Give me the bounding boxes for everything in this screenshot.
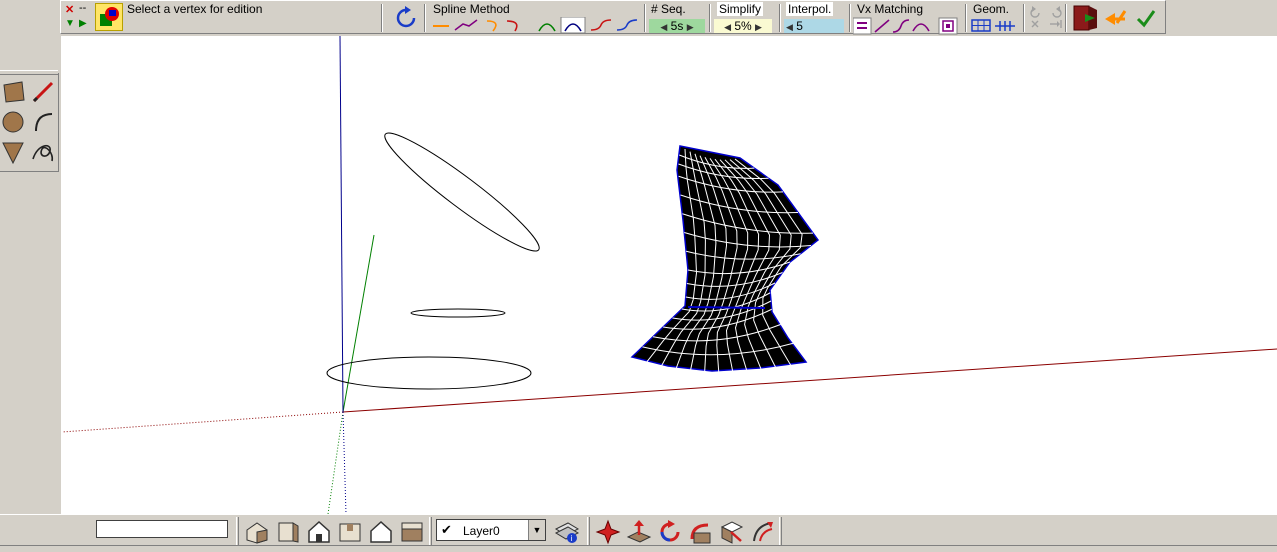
- layer-active-check: ✔: [441, 522, 452, 537]
- rectangle-icon[interactable]: [1, 79, 27, 105]
- play-arrow-icon[interactable]: ▶: [79, 18, 87, 29]
- interpol-label: Interpol.: [786, 2, 834, 16]
- validate-checkmark-icon[interactable]: [1135, 7, 1157, 32]
- scale-icon[interactable]: [719, 519, 745, 548]
- geom-label: Geom.: [973, 2, 1010, 16]
- polygon-icon[interactable]: [1, 139, 27, 165]
- chevron-down-icon[interactable]: ▼: [528, 520, 545, 540]
- layer-select[interactable]: ✔ Layer0 ▼: [436, 519, 546, 541]
- vx-matching-icons: [852, 17, 963, 38]
- back-view-icon[interactable]: [369, 520, 393, 547]
- svg-text:i: i: [571, 534, 573, 543]
- middle-ellipse: [410, 308, 506, 318]
- geom-grid-icon[interactable]: [971, 19, 991, 36]
- geom-lines-icon[interactable]: [995, 19, 1015, 36]
- dash-toggle[interactable]: --: [79, 2, 86, 14]
- seq-increment[interactable]: ▶: [687, 22, 694, 32]
- interpol-value: 5: [796, 19, 803, 33]
- pencil-icon[interactable]: [30, 79, 56, 105]
- bezier-plugin-icon[interactable]: [95, 3, 123, 31]
- toolbar-divider: [965, 4, 967, 32]
- undo-arrow-icon[interactable]: [1103, 7, 1129, 32]
- green-axis-dotted: [327, 411, 344, 515]
- simplify-increment[interactable]: ▶: [755, 22, 762, 32]
- rotate-icon[interactable]: [657, 519, 683, 548]
- refresh-icon[interactable]: [393, 5, 419, 34]
- follow-me-icon[interactable]: [688, 519, 714, 548]
- push-pull-icon[interactable]: [626, 519, 652, 548]
- spline-method-icons: [429, 16, 649, 36]
- down-arrow-icon[interactable]: ▼: [65, 18, 75, 29]
- drawing-toolbar: [0, 70, 59, 172]
- vx-matching-label: Vx Matching: [857, 2, 924, 16]
- simplify-decrement[interactable]: ◀: [724, 22, 731, 32]
- freehand-icon[interactable]: [30, 139, 56, 165]
- red-axis-solid: [342, 348, 1277, 413]
- layer-name: Layer0: [463, 524, 500, 538]
- layer-manager-icon[interactable]: i: [554, 519, 580, 548]
- undo-redo-icons: [1029, 4, 1063, 33]
- toolbar-divider: [779, 4, 781, 32]
- blue-axis-dotted: [342, 411, 347, 515]
- orbit-icon[interactable]: [595, 519, 621, 548]
- circle-icon[interactable]: [1, 109, 27, 135]
- drawing-canvas[interactable]: [61, 35, 1277, 515]
- green-axis-solid: [342, 234, 375, 413]
- spline-method-label: Spline Method: [433, 2, 510, 16]
- top-ellipse: [384, 132, 540, 252]
- seq-spinner[interactable]: ◀ 5s ▶: [649, 19, 705, 33]
- simplify-label: Simplify: [717, 2, 764, 16]
- bottom-ellipse: [326, 356, 532, 390]
- close-toolbar-button[interactable]: ✕: [65, 3, 74, 16]
- seq-decrement[interactable]: ◀: [660, 22, 667, 32]
- right-view-icon[interactable]: [338, 520, 362, 547]
- seq-value: 5s: [670, 19, 684, 33]
- status-message: Select a vertex for edition: [127, 2, 263, 16]
- exit-icon[interactable]: [1071, 4, 1099, 35]
- toolbar-divider: [779, 517, 782, 547]
- measurements-input[interactable]: [96, 520, 228, 538]
- blue-axis-solid: [339, 35, 344, 413]
- toolbar-divider: [644, 4, 646, 32]
- toolbar-divider: [1065, 4, 1067, 32]
- front-view-icon[interactable]: [307, 520, 331, 547]
- scene-svg: [61, 35, 1277, 515]
- toolbar-divider: [587, 517, 590, 547]
- interpol-spinner[interactable]: ◀ 5: [784, 19, 844, 33]
- toolbar-divider: [424, 4, 426, 32]
- seq-label: # Seq.: [651, 2, 686, 16]
- top-left-pane: [0, 0, 60, 70]
- bezier-spline-toolbar: ✕ -- ▼ ▶ Select a vertex for edition Spl…: [60, 0, 1166, 36]
- simplify-spinner[interactable]: ◀ 5% ▶: [714, 19, 772, 33]
- toolbar-divider: [381, 4, 383, 32]
- simplify-value: 5%: [734, 19, 752, 33]
- toolbar-divider: [709, 4, 711, 32]
- left-view-icon[interactable]: [400, 520, 424, 547]
- interpol-decrement[interactable]: ◀: [786, 22, 793, 32]
- arc-icon[interactable]: [30, 109, 56, 135]
- offset-icon[interactable]: [750, 519, 776, 548]
- red-axis-dotted: [61, 411, 344, 433]
- toolbar-divider: [1023, 4, 1025, 32]
- top-view-icon[interactable]: [276, 520, 300, 547]
- toolbar-divider: [236, 517, 239, 547]
- toolbar-divider: [849, 4, 851, 32]
- loft-mid-seam: [687, 306, 766, 309]
- toolbar-divider: [429, 517, 432, 547]
- iso-view-icon[interactable]: [245, 520, 269, 547]
- lofted-surface[interactable]: [630, 145, 820, 376]
